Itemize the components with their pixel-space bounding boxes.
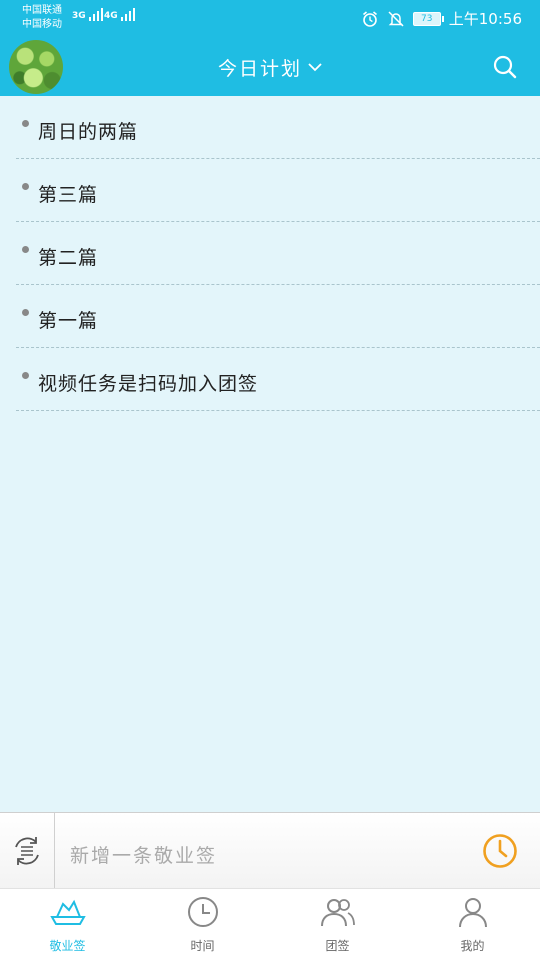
signal-3g: 3G — [72, 8, 103, 21]
search-icon[interactable] — [492, 54, 518, 80]
switch-mode-button[interactable] — [0, 813, 55, 889]
bullet-dot — [22, 372, 29, 379]
signal-bars-icon — [120, 8, 135, 21]
signal-4g: 4G — [104, 8, 135, 21]
person-icon — [458, 898, 487, 928]
list-item[interactable]: 第一篇 — [16, 285, 540, 348]
status-right: 73 上午10:56 — [361, 8, 522, 29]
tab-label: 团签 — [325, 939, 350, 953]
boat-icon — [49, 899, 86, 925]
page-title: 今日计划 — [217, 58, 302, 80]
tab-time[interactable]: 时间 — [135, 889, 270, 961]
bullet-dot — [22, 309, 29, 316]
bullet-dot — [22, 246, 29, 253]
clock-icon — [187, 897, 218, 927]
list-item-text: 第一篇 — [38, 310, 99, 332]
memo-list: 周日的两篇 第三篇 第二篇 第一篇 视频任务是扫码加入团签 — [16, 96, 540, 411]
tab-label: 时间 — [190, 939, 215, 953]
network-type-2: 4G — [104, 11, 118, 21]
list-item-text: 周日的两篇 — [38, 121, 139, 143]
status-bar: 中国联通 中国移动 3G 4G 73 上午10:56 — [0, 0, 540, 36]
signal-bars-icon — [88, 8, 103, 21]
network-type-1: 3G — [72, 11, 86, 21]
bullet-dot — [22, 183, 29, 190]
list-item[interactable]: 第二篇 — [16, 222, 540, 285]
plan-title-dropdown[interactable]: 今日计划 — [0, 54, 540, 81]
list-item-text: 第三篇 — [38, 184, 99, 206]
battery-icon: 73 — [412, 11, 444, 26]
clock-time: 上午10:56 — [448, 10, 522, 28]
list-item[interactable]: 周日的两篇 — [16, 96, 540, 159]
list-item-text: 第二篇 — [38, 247, 99, 269]
list-item[interactable]: 第三篇 — [16, 159, 540, 222]
carrier-info: 中国联通 中国移动 — [22, 4, 62, 32]
tab-group[interactable]: 团签 — [270, 889, 405, 961]
bottom-tab-bar: 敬业签 时间 团签 我的 — [0, 888, 540, 961]
alarm-icon — [362, 10, 377, 27]
list-item-text: 视频任务是扫码加入团签 — [38, 373, 259, 395]
new-memo-input[interactable]: 新增一条敬业签 — [70, 841, 217, 868]
app-header: 今日计划 — [0, 36, 540, 96]
carrier-1: 中国联通 — [22, 5, 62, 16]
list-item[interactable]: 视频任务是扫码加入团签 — [16, 348, 540, 411]
carrier-2: 中国移动 — [22, 19, 62, 30]
tab-label: 我的 — [460, 939, 485, 953]
mute-bell-icon — [388, 10, 404, 27]
new-memo-bar: 新增一条敬业签 — [0, 812, 540, 889]
group-icon — [320, 899, 355, 927]
tab-memo[interactable]: 敬业签 — [0, 889, 135, 961]
tab-label: 敬业签 — [49, 939, 86, 953]
tab-mine[interactable]: 我的 — [405, 889, 540, 961]
reminder-clock-icon[interactable] — [482, 833, 518, 869]
chevron-down-icon — [308, 63, 322, 72]
refresh-list-icon — [15, 837, 39, 865]
bullet-dot — [22, 120, 29, 127]
